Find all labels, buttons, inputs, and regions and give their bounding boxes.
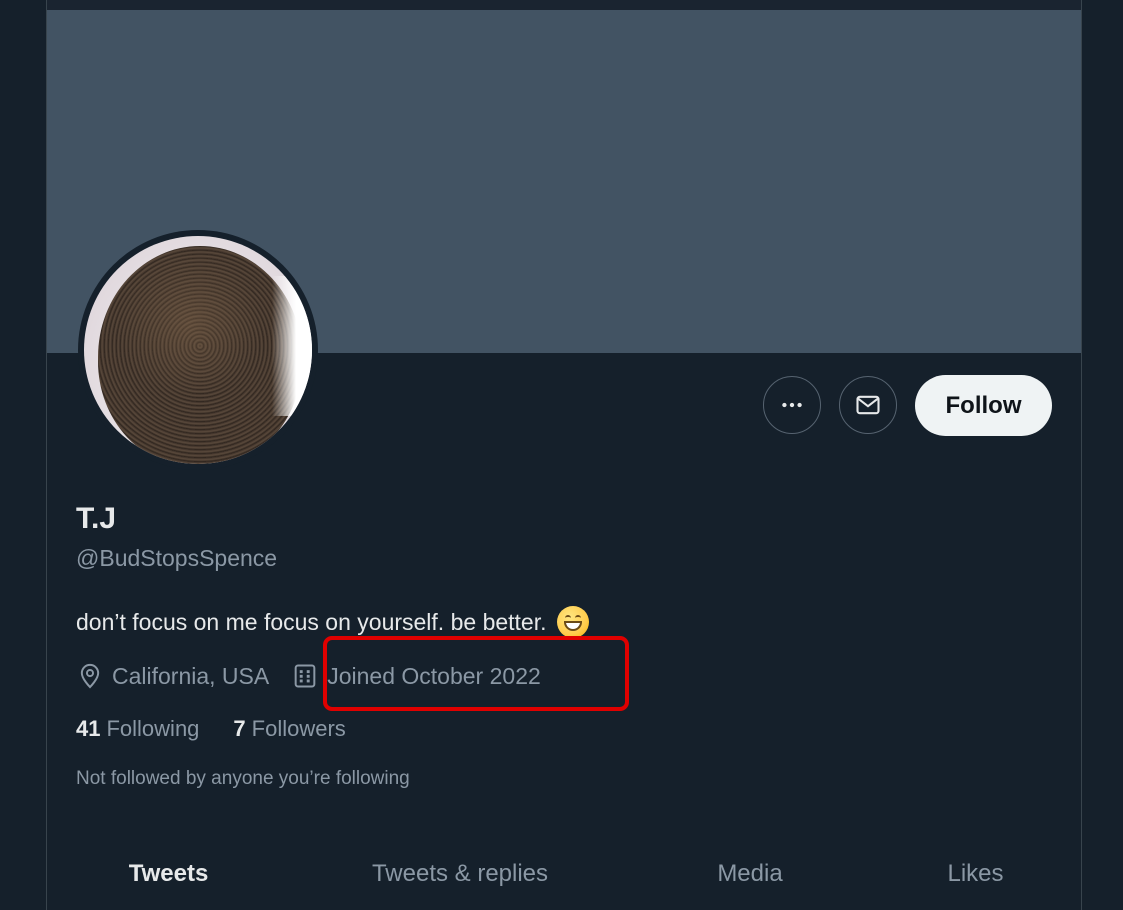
more-options-button[interactable] (763, 376, 821, 434)
join-date-text: Joined October 2022 (327, 662, 541, 689)
profile-tabs: Tweets Tweets & replies Media Likes (47, 840, 1081, 910)
followers-count: 7 (233, 716, 246, 741)
profile-bio: don’t focus on me focus on yourself. be … (76, 606, 589, 638)
location: California, USA (76, 662, 269, 690)
avatar[interactable] (84, 236, 312, 464)
avatar-ring (78, 230, 318, 470)
envelope-icon (856, 395, 880, 415)
display-name: T.J (76, 502, 117, 535)
followers-link[interactable]: 7 Followers (233, 716, 345, 742)
top-bar (47, 0, 1081, 10)
grinning-face-emoji-icon (556, 606, 589, 638)
following-count: 41 (76, 716, 101, 741)
avatar-background (272, 276, 312, 416)
tab-tweets[interactable]: Tweets (47, 840, 290, 910)
tab-tweets-and-replies[interactable]: Tweets & replies (290, 840, 630, 910)
tab-likes[interactable]: Likes (870, 840, 1081, 910)
location-pin-icon (80, 663, 100, 689)
calendar-icon (294, 664, 316, 688)
profile-column: Follow T.J @BudStopsSpence don’t focus o… (46, 0, 1082, 910)
user-handle: @BudStopsSpence (76, 545, 278, 571)
followers-label: Followers (251, 716, 346, 741)
following-link[interactable]: 41 Following (76, 716, 199, 742)
join-date: Joined October 2022 (291, 662, 541, 690)
bio-text: don’t focus on me focus on yourself. be … (76, 608, 547, 635)
location-text: California, USA (112, 662, 270, 689)
more-horizontal-icon (782, 402, 802, 408)
follow-button[interactable]: Follow (915, 375, 1052, 436)
follow-counts: 41 Following 7 Followers (76, 716, 346, 742)
page: Follow T.J @BudStopsSpence don’t focus o… (0, 0, 1123, 910)
profile-meta: California, USA Joined October 2022 (76, 656, 541, 696)
following-label: Following (106, 716, 200, 741)
tab-media[interactable]: Media (630, 840, 870, 910)
message-button[interactable] (839, 376, 897, 434)
mutual-followers-note: Not followed by anyone you’re following (76, 768, 410, 789)
